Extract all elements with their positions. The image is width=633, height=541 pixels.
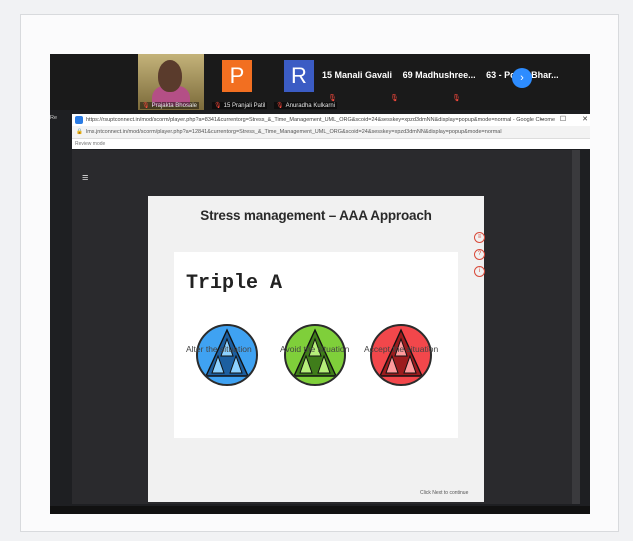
mic-muted-icon: 🎙 xyxy=(328,95,337,102)
review-mode-bar: Review mode xyxy=(72,139,590,149)
avatar: P xyxy=(222,60,252,92)
menu-circle-icon[interactable]: ≡ xyxy=(474,232,485,243)
lock-icon: 🔒 xyxy=(76,129,83,135)
review-mode-label: Review mode xyxy=(75,141,106,147)
screen: 🎙 Prajakta Bhosale P 🎙 15 Pranjali Patil R… xyxy=(50,54,590,514)
background-window-label: Re xyxy=(50,115,58,121)
browser-title-bar: https://rsuptconnect.in/mod/scorm/player… xyxy=(72,114,590,126)
mic-muted-icon: 🎙 xyxy=(276,103,284,109)
participant-name: Prajakta Bhosale xyxy=(151,103,197,109)
url-text[interactable]: lms.jntconnect.in/mod/scorm/player.php?a… xyxy=(86,126,502,138)
participant-name: Anuradha Kulkarni xyxy=(285,103,335,109)
triple-a-heading: Triple A xyxy=(186,272,283,295)
participant-name[interactable]: 15 Manali Gavali xyxy=(322,70,392,80)
participant-tile-r[interactable]: R 🎙 Anuradha Kulkarni xyxy=(272,54,337,110)
mic-muted-icon: 🎙 xyxy=(214,103,222,109)
info-circle-icon[interactable]: i xyxy=(474,266,485,277)
mic-muted-icon: 🎙 xyxy=(142,103,150,109)
slide-side-tools: ≡ ? i xyxy=(474,232,485,283)
help-circle-icon[interactable]: ? xyxy=(474,249,485,260)
alter-circle-icon xyxy=(196,324,258,386)
slide-title: Stress management – AAA Approach xyxy=(200,208,432,223)
click-next-label[interactable]: Click Next to continue xyxy=(420,490,468,496)
minimize-button[interactable]: – xyxy=(540,116,544,123)
participant-name: 15 Pranjali Patil xyxy=(223,103,266,109)
close-button[interactable]: ✕ xyxy=(582,116,588,123)
window-title: https://rsuptconnect.in/mod/scorm/player… xyxy=(86,117,556,123)
zoom-participant-strip: 🎙 Prajakta Bhosale P 🎙 15 Pranjali Patil R… xyxy=(50,54,590,110)
participant-name[interactable]: 69 Madhushree... xyxy=(403,70,476,80)
address-bar[interactable]: 🔒 lms.jntconnect.in/mod/scorm/player.php… xyxy=(72,126,590,139)
mic-muted-icon: 🎙 xyxy=(390,95,399,102)
menu-icon[interactable]: ≡ xyxy=(82,172,88,184)
browser-icon xyxy=(75,116,83,124)
participant-face xyxy=(158,60,182,92)
next-page-button[interactable]: › xyxy=(512,68,532,88)
maximize-button[interactable]: ☐ xyxy=(560,116,566,123)
avoid-circle-icon xyxy=(284,324,346,386)
caption-alter: Alter the situation xyxy=(186,344,252,354)
caption-accept: Accept the situation xyxy=(364,344,439,354)
caption-avoid: Avoid the situation xyxy=(280,344,350,354)
scrollbar[interactable] xyxy=(572,150,580,504)
mic-muted-icon: 🎙 xyxy=(452,95,461,102)
accept-circle-icon xyxy=(370,324,432,386)
participant-tile-p[interactable]: P 🎙 15 Pranjali Patil xyxy=(210,54,268,110)
taskbar xyxy=(50,506,590,514)
participant-video-tile[interactable]: 🎙 Prajakta Bhosale xyxy=(138,54,204,110)
avatar: R xyxy=(284,60,314,92)
